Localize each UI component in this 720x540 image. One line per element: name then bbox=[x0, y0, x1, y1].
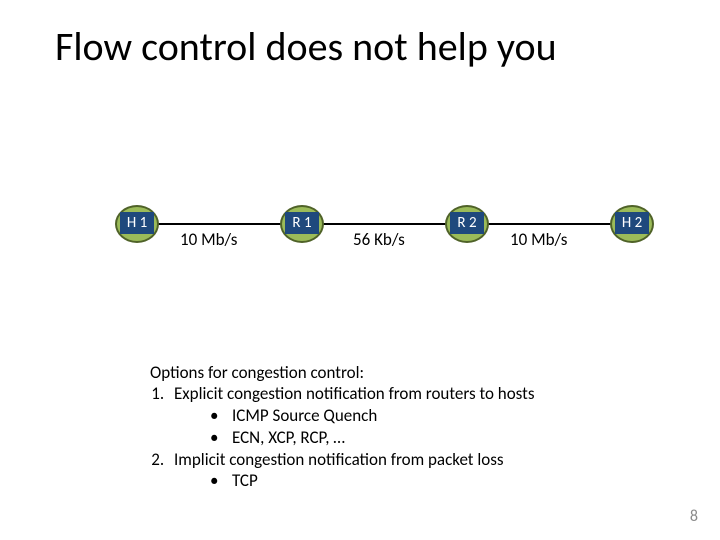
label-h2: H 2 bbox=[615, 212, 649, 234]
option-2-sub-1: TCP bbox=[204, 470, 534, 491]
option-1-sub-1: ICMP Source Quench bbox=[204, 405, 534, 426]
label-r2: R 2 bbox=[450, 212, 484, 234]
option-1: Explicit congestion notification from ro… bbox=[174, 383, 534, 404]
label-r1: R 1 bbox=[285, 212, 319, 234]
link-r1-r2: 56 Kb/s bbox=[353, 229, 405, 250]
link-r2-h2: 10 Mb/s bbox=[510, 229, 567, 250]
network-diagram: H 1 R 1 R 2 H 2 10 Mb/s 56 Kb/s 10 Mb/s bbox=[115, 195, 655, 255]
link-h1-r1: 10 Mb/s bbox=[180, 229, 237, 250]
options-heading: Options for congestion control: bbox=[150, 362, 534, 383]
option-1-sub-2: ECN, XCP, RCP, … bbox=[204, 427, 534, 448]
option-2: Implicit congestion notification from pa… bbox=[174, 449, 504, 470]
page-number: 8 bbox=[690, 507, 698, 526]
options-block: Options for congestion control: Explicit… bbox=[150, 362, 534, 493]
path-arrow bbox=[140, 223, 630, 225]
slide-title: Flow control does not help you bbox=[55, 22, 557, 71]
label-h1: H 1 bbox=[120, 212, 154, 234]
